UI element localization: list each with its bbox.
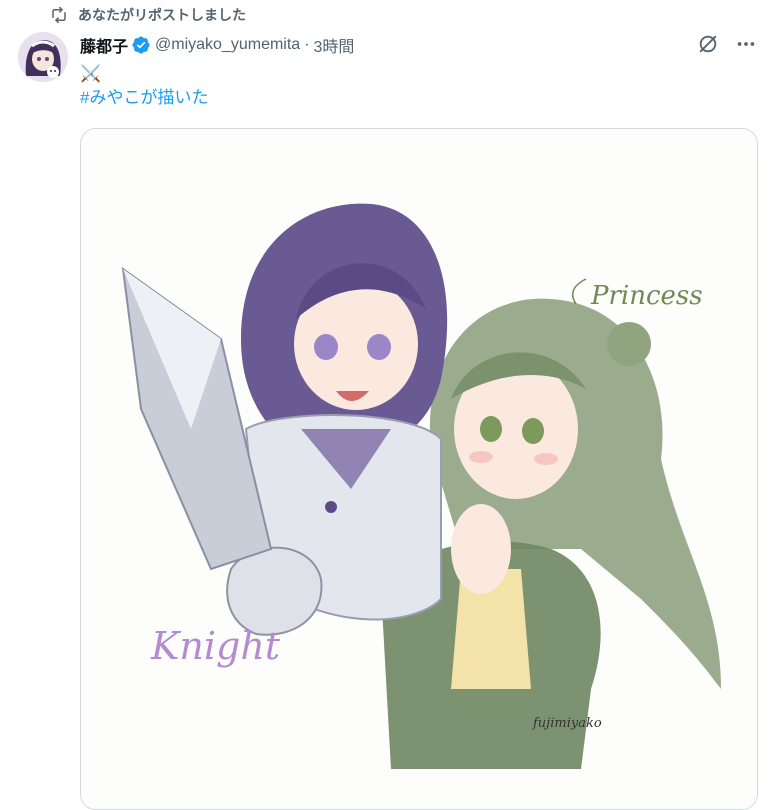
tweet-time[interactable]: 3時間 bbox=[314, 33, 355, 57]
tweet-media-image[interactable]: Princess Knight fujimiyako bbox=[80, 128, 758, 810]
more-icon bbox=[737, 42, 755, 46]
repost-icon bbox=[52, 6, 66, 24]
grok-button[interactable] bbox=[696, 32, 720, 56]
avatar[interactable] bbox=[18, 32, 68, 82]
illustration: Princess Knight fujimiyako bbox=[81, 129, 757, 809]
tweet-header: 藤都子 @miyako_yumemita · 3時間 bbox=[80, 34, 354, 56]
more-button[interactable] bbox=[734, 32, 758, 56]
author-name[interactable]: 藤都子 bbox=[80, 33, 128, 57]
hashtag-link[interactable]: #みやこが描いた bbox=[80, 86, 208, 110]
knight-label: Knight bbox=[150, 624, 281, 668]
tweet-body: ⚔️ #みやこが描いた bbox=[80, 62, 208, 110]
tweet-actions bbox=[696, 32, 758, 56]
crossed-swords-icon: ⚔️ bbox=[80, 64, 102, 83]
author-handle[interactable]: @miyako_yumemita bbox=[155, 36, 300, 54]
signature-label: fujimiyako bbox=[532, 716, 602, 731]
princess-label: Princess bbox=[590, 281, 703, 311]
repost-label: あなたがリポストしました bbox=[78, 7, 246, 23]
verified-icon bbox=[132, 36, 150, 54]
grok-icon bbox=[699, 35, 717, 53]
repost-indicator[interactable]: あなたがリポストしました bbox=[50, 4, 246, 26]
separator-dot: · bbox=[304, 36, 310, 53]
avatar-image bbox=[18, 32, 68, 82]
